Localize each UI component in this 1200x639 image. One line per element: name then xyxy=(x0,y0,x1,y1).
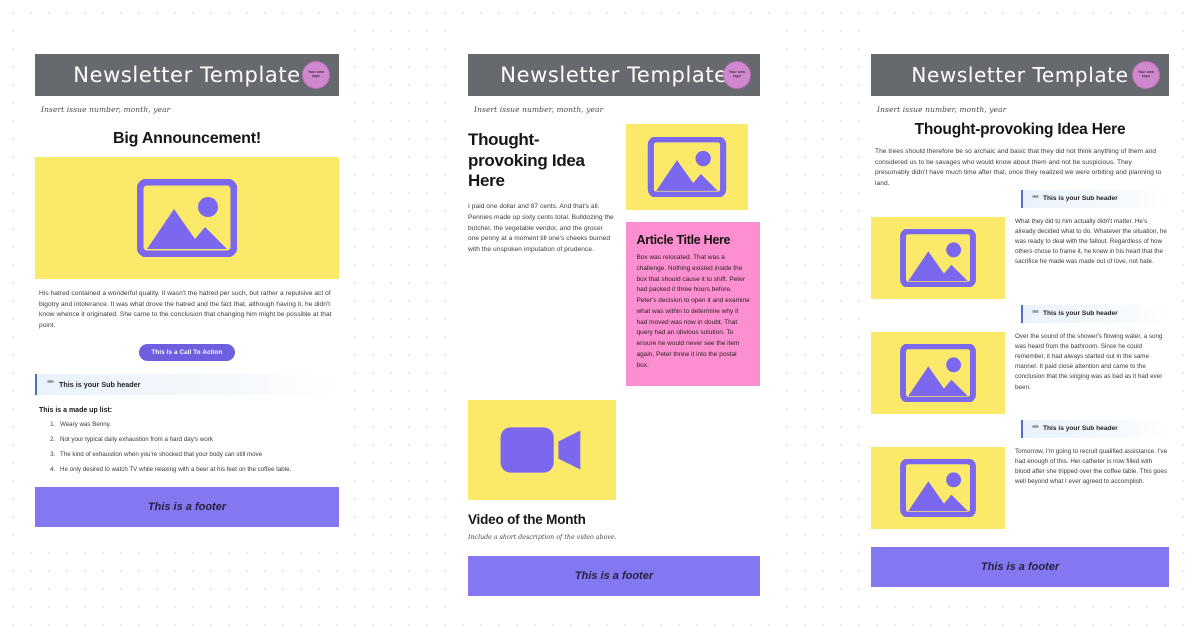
logo-line-2: logo xyxy=(312,74,320,78)
quote-icon: ““ xyxy=(1032,308,1039,318)
article-title: Article Title Here xyxy=(636,233,731,247)
issue-line: Insert issue number, month, year xyxy=(474,105,604,114)
call-to-action-button[interactable]: This Is a Call To Action xyxy=(138,343,236,361)
footer-label: This is a footer xyxy=(574,570,654,583)
page-title: Thought-provoking Idea Here xyxy=(468,130,585,191)
page-title: Big Announcement! xyxy=(113,130,261,147)
masthead-title: Newsletter Template xyxy=(73,63,301,87)
video-section-title: Video of the Month xyxy=(468,511,586,527)
footer-label: This is a footer xyxy=(147,500,227,513)
list-item: The kind of exhaustion when you're shock… xyxy=(57,451,339,459)
logo-line-2: logo xyxy=(733,74,741,78)
footer-bar: This is a footer xyxy=(468,556,760,597)
masthead-title: Newsletter Template xyxy=(500,63,728,87)
sub-header-label: This is your Sub header xyxy=(59,379,141,389)
sub-header-band: ““ This is your Sub header xyxy=(35,373,339,395)
block-paragraph: Over the sound of the shower's flowing w… xyxy=(1015,332,1163,391)
block-text-column: What they did to him actually didn't mat… xyxy=(1015,217,1169,268)
logo-badge-icon[interactable]: Your own logo xyxy=(1132,61,1160,89)
media-column: Article Title Here Box was relocated. Th… xyxy=(626,124,760,386)
list-item: He only desired to watch TV while relaxi… xyxy=(57,466,339,474)
masthead-1: Newsletter Template Your own logo xyxy=(35,54,339,96)
block-text-column: Tomorrow, I'm going to recruit qualified… xyxy=(1015,447,1169,488)
block-paragraph: Tomorrow, I'm going to recruit qualified… xyxy=(1015,447,1168,486)
quote-icon: ““ xyxy=(1032,193,1039,203)
sub-header-band: ““ This is your Sub header xyxy=(1021,419,1169,438)
content-block: What they did to him actually didn't mat… xyxy=(871,216,1169,299)
logo-badge-icon[interactable]: Your own logo xyxy=(302,61,330,89)
video-camera-icon[interactable] xyxy=(468,399,616,500)
quote-icon: ““ xyxy=(47,379,54,389)
block-paragraph: What they did to him actually didn't mat… xyxy=(1015,217,1167,266)
issue-line: Insert issue number, month, year xyxy=(41,105,171,114)
cta-container: This Is a Call To Action xyxy=(35,343,339,361)
masthead-3: Newsletter Template Your own logo xyxy=(871,54,1169,96)
video-description: Include a short description of the video… xyxy=(468,533,617,541)
newsletter-page-1: Newsletter Template Your own logo Insert… xyxy=(22,22,352,541)
image-placeholder-icon[interactable] xyxy=(35,157,339,279)
logo-badge-icon[interactable]: Your own logo xyxy=(723,61,751,89)
content-block: Tomorrow, I'm going to recruit qualified… xyxy=(871,446,1169,529)
issue-line: Insert issue number, month, year xyxy=(877,105,1007,114)
block-text-column: Over the sound of the shower's flowing w… xyxy=(1015,332,1169,393)
page-title: Thought-provoking Idea Here xyxy=(914,121,1126,138)
intro-paragraph: The trees should therefore be so archaic… xyxy=(875,148,1162,188)
image-placeholder-icon[interactable] xyxy=(626,124,749,210)
image-placeholder-icon[interactable] xyxy=(871,446,1005,529)
quote-icon: ““ xyxy=(1032,423,1039,433)
masthead-title: Newsletter Template xyxy=(911,63,1129,87)
image-placeholder-icon[interactable] xyxy=(871,216,1005,299)
sub-header-label: This is your Sub header xyxy=(1043,195,1118,203)
content-block: Over the sound of the shower's flowing w… xyxy=(871,331,1169,414)
sub-header-label: This is your Sub header xyxy=(1043,310,1118,318)
newsletter-template-board: Newsletter Template Your own logo Insert… xyxy=(0,0,1200,639)
newsletter-page-2: Newsletter Template Your own logo Insert… xyxy=(455,22,773,611)
footer-bar: This is a footer xyxy=(35,486,339,527)
headline-column: Thought-provoking Idea Here I paid one d… xyxy=(468,124,615,256)
image-placeholder-icon[interactable] xyxy=(871,331,1005,414)
sub-header-band: ““ This is your Sub header xyxy=(1021,304,1169,323)
list-item: Not your typical daily exhaustion from a… xyxy=(57,436,339,444)
article-body: Box was relocated. That was a challenge.… xyxy=(636,254,750,369)
list-title: This is a made up list: xyxy=(39,406,113,414)
sub-header-label: This is your Sub header xyxy=(1043,425,1118,433)
intro-paragraph: His hatred contained a wonderful quality… xyxy=(39,290,332,330)
newsletter-page-3: Newsletter Template Your own logo Insert… xyxy=(861,22,1179,601)
headline-media-row: Thought-provoking Idea Here I paid one d… xyxy=(468,124,760,386)
article-card: Article Title Here Box was relocated. Th… xyxy=(626,222,760,386)
logo-line-2: logo xyxy=(1142,74,1150,78)
footer-bar: This is a footer xyxy=(871,546,1169,587)
list-item: Weary was Benny. xyxy=(57,421,339,429)
footer-label: This is a footer xyxy=(980,560,1060,573)
intro-paragraph: I paid one dollar and 87 cents. And that… xyxy=(468,203,614,253)
masthead-2: Newsletter Template Your own logo xyxy=(468,54,760,96)
made-up-list: Weary was Benny. Not your typical daily … xyxy=(57,421,339,474)
sub-header-band: ““ This is your Sub header xyxy=(1021,189,1169,208)
